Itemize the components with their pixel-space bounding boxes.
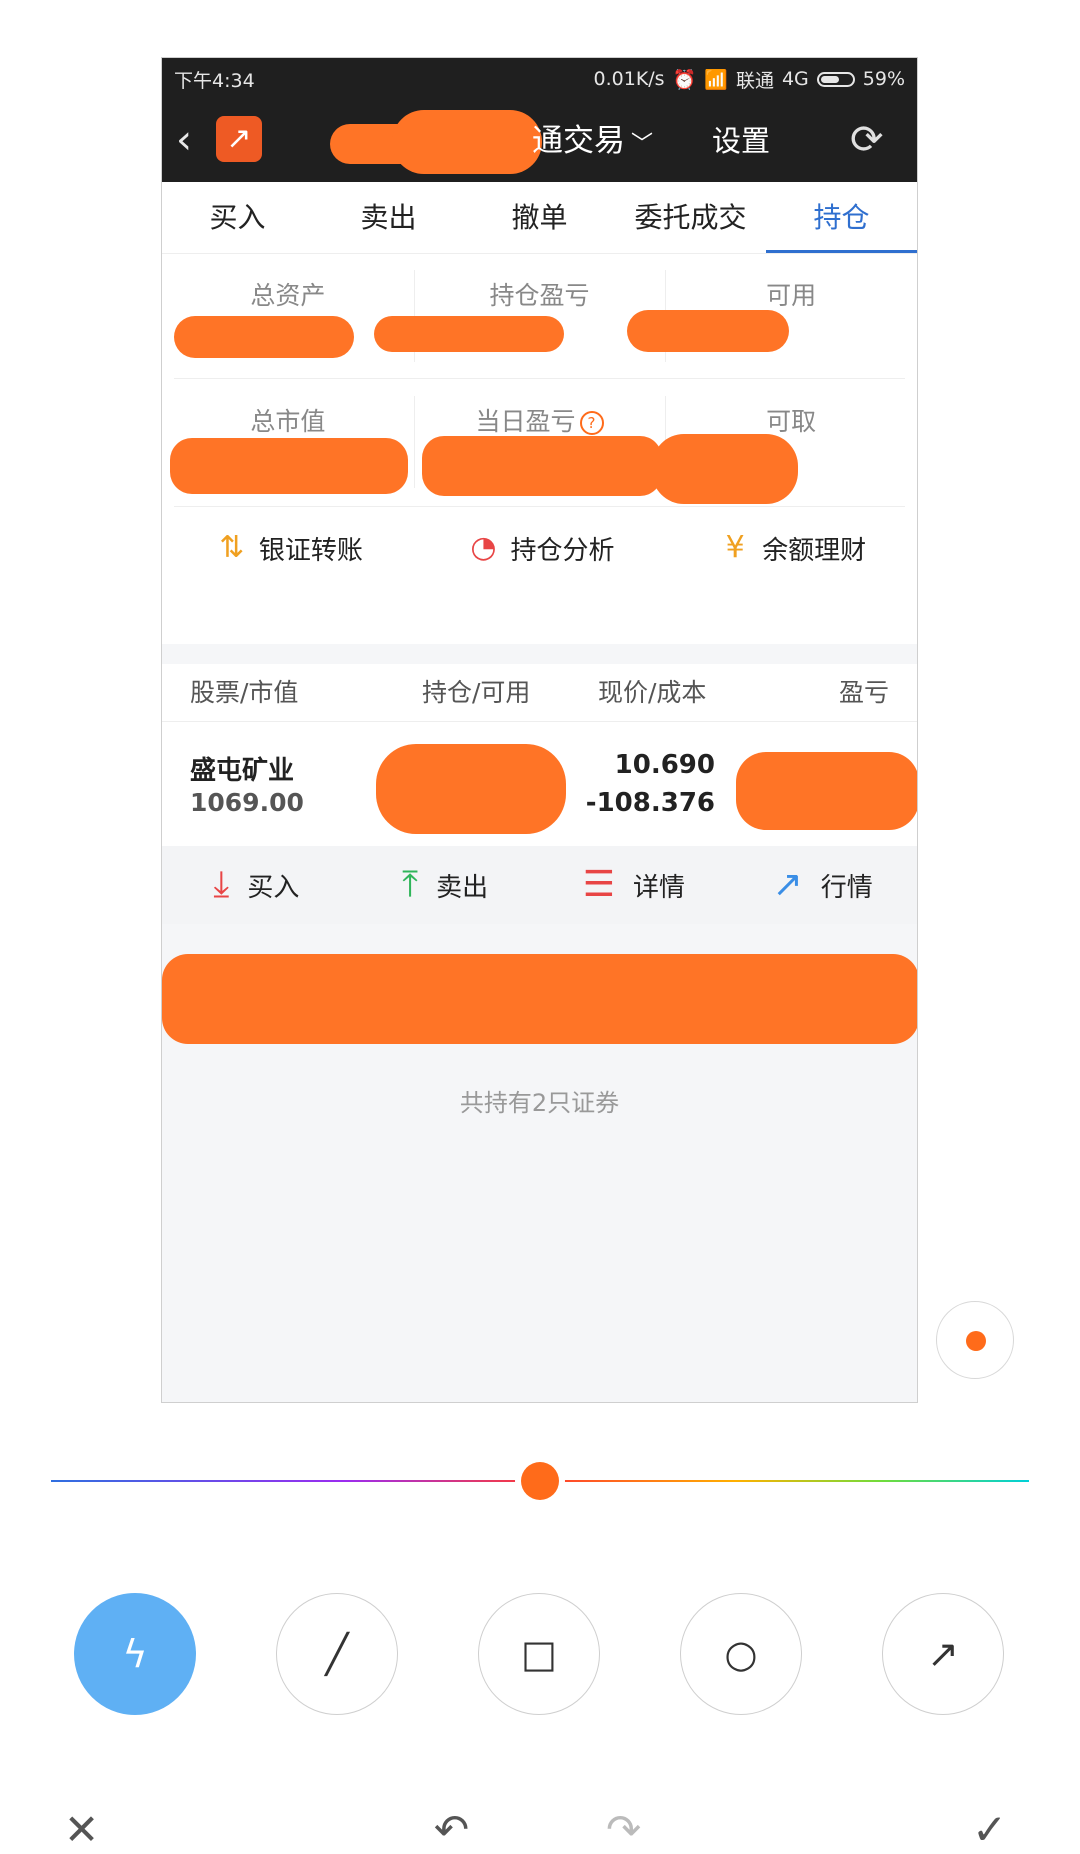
screenshot-frame: 下午4:34 0.01K/s ⏰ 📶 联通 4G 59% ‹ ↗ 通交易 ﹀ 设置…: [161, 57, 918, 1403]
redaction-available: [627, 310, 789, 352]
color-slider-thumb[interactable]: [521, 1462, 559, 1500]
line-icon: ╱: [325, 1632, 349, 1676]
carrier: 联通: [735, 69, 774, 92]
piggy-bank-icon: ¥: [725, 530, 745, 565]
positions-table-header: 股票/市值 持仓/可用 现价/成本 盈亏: [162, 664, 917, 722]
circle-tool-button[interactable]: ○: [680, 1593, 802, 1715]
summary-label: 当日盈亏: [475, 407, 576, 436]
sell-action-button[interactable]: ⤒ 卖出: [351, 846, 540, 924]
redaction-total-assets: [174, 316, 354, 358]
summary-divider: [174, 506, 905, 507]
upload-arrow-icon: ⤒: [402, 864, 419, 905]
pie-chart-icon: ◔: [470, 530, 497, 565]
summary-label: 总市值: [250, 407, 326, 436]
redaction-daily-pl: [422, 436, 662, 496]
tab-sell[interactable]: 卖出: [313, 182, 464, 253]
line-tool-button[interactable]: ╱: [276, 1593, 398, 1715]
nav-title[interactable]: 通交易 ﹀: [532, 120, 653, 166]
redo-icon[interactable]: ↷: [606, 1809, 641, 1851]
trade-tabs: 买入 卖出 撤单 委托成交 持仓: [162, 182, 917, 254]
quick-links: ⇅ 银证转账 ◔ 持仓分析 ¥ 余额理财: [162, 508, 917, 588]
header-price: 现价/成本: [598, 678, 707, 707]
transfer-arrows-icon: ⇅: [219, 530, 245, 565]
summary-label: 持仓盈亏: [489, 281, 590, 310]
tab-cancel[interactable]: 撤单: [464, 182, 615, 253]
battery-icon: [816, 71, 855, 87]
help-icon[interactable]: ?: [579, 411, 604, 435]
summary-label: 总资产: [250, 281, 326, 310]
action-label: 详情: [633, 872, 686, 903]
rectangle-icon: □: [521, 1632, 557, 1676]
quick-link-label: 持仓分析: [510, 535, 615, 566]
nav-title-text: 通交易: [532, 123, 625, 159]
redaction-pl: [736, 752, 917, 830]
confirm-icon[interactable]: ✓: [972, 1809, 1007, 1851]
trend-chart-icon: ↗: [772, 864, 803, 905]
account-summary: 总资产 持仓盈亏 可用 总市值 当日盈亏? 可取 ⇅ 银证转账 ◔ 持仓分析 ¥…: [162, 254, 917, 644]
balance-finance-link[interactable]: ¥ 余额理财: [665, 508, 917, 588]
battery-level: 59%: [862, 68, 905, 90]
stock-cost: -108.376: [585, 788, 715, 818]
refresh-icon[interactable]: ⟳: [850, 118, 884, 162]
stock-name: 盛屯矿业: [190, 756, 295, 786]
wifi-icon: 📶: [704, 68, 728, 91]
position-analysis-link[interactable]: ◔ 持仓分析: [414, 508, 666, 588]
arrow-icon: ↗: [927, 1632, 959, 1676]
network-type: 4G: [781, 68, 809, 90]
settings-button[interactable]: 设置: [712, 120, 770, 162]
list-icon: ☰: [582, 864, 615, 905]
pen-icon: ϟ: [122, 1632, 148, 1676]
stock-market-value: 1069.00: [190, 788, 304, 817]
tab-positions[interactable]: 持仓: [766, 182, 917, 253]
redaction-title-2: [392, 110, 542, 174]
tab-buy[interactable]: 买入: [162, 182, 313, 253]
floating-ball[interactable]: [936, 1301, 1014, 1379]
bank-transfer-link[interactable]: ⇅ 银证转账: [162, 508, 414, 588]
table-row[interactable]: 盛屯矿业 1069.00 10.690 -108.376: [162, 722, 917, 846]
net-speed: 0.01K/s: [593, 68, 665, 90]
details-action-button[interactable]: ☰ 详情: [540, 846, 729, 924]
header-pl: 盈亏: [838, 678, 889, 707]
stock-actions: ⤓ 买入 ⤒ 卖出 ☰ 详情 ↗ 行情: [162, 846, 917, 924]
buy-action-button[interactable]: ⤓ 买入: [162, 846, 351, 924]
tab-orders[interactable]: 委托成交: [615, 182, 766, 253]
redaction-market-value: [170, 438, 408, 494]
action-label: 行情: [820, 872, 873, 903]
redaction-position-pl: [374, 316, 564, 352]
header-stock: 股票/市值: [190, 678, 299, 707]
quick-link-label: 余额理财: [762, 535, 867, 566]
download-arrow-icon: ⤓: [213, 864, 230, 905]
quote-action-button[interactable]: ↗ 行情: [728, 846, 917, 924]
arrow-tool-button[interactable]: ↗: [882, 1593, 1004, 1715]
holdings-count: 共持有2只证券: [459, 1089, 620, 1117]
action-label: 买入: [247, 872, 300, 903]
nav-bar: ‹ ↗ 通交易 ﹀ 设置 ⟳: [162, 100, 917, 182]
status-bar: 下午4:34 0.01K/s ⏰ 📶 联通 4G 59%: [162, 58, 917, 100]
undo-icon[interactable]: ↶: [434, 1809, 469, 1851]
summary-divider: [174, 378, 905, 379]
header-holding: 持仓/可用: [422, 678, 531, 707]
rectangle-tool-button[interactable]: □: [478, 1593, 600, 1715]
circle-icon: ○: [724, 1632, 758, 1676]
close-icon[interactable]: ✕: [64, 1809, 99, 1851]
pen-tool-button[interactable]: ϟ: [74, 1593, 196, 1715]
redaction-holding: [376, 744, 566, 834]
status-time: 下午4:34: [174, 69, 255, 92]
status-right: 0.01K/s ⏰ 📶 联通 4G 59%: [594, 66, 905, 93]
app-logo-icon: ↗: [216, 116, 262, 162]
quick-link-label: 银证转账: [258, 535, 363, 566]
chevron-down-icon: ﹀: [631, 132, 654, 157]
stock-price: 10.690: [614, 750, 715, 780]
back-icon[interactable]: ‹: [176, 118, 192, 162]
redaction-second-stock: [162, 954, 917, 1044]
redaction-withdrawable: [652, 434, 798, 504]
alarm-icon: ⏰: [672, 68, 697, 91]
summary-label: 可用: [766, 281, 817, 310]
summary-label: 可取: [766, 407, 817, 436]
action-label: 卖出: [436, 872, 489, 903]
